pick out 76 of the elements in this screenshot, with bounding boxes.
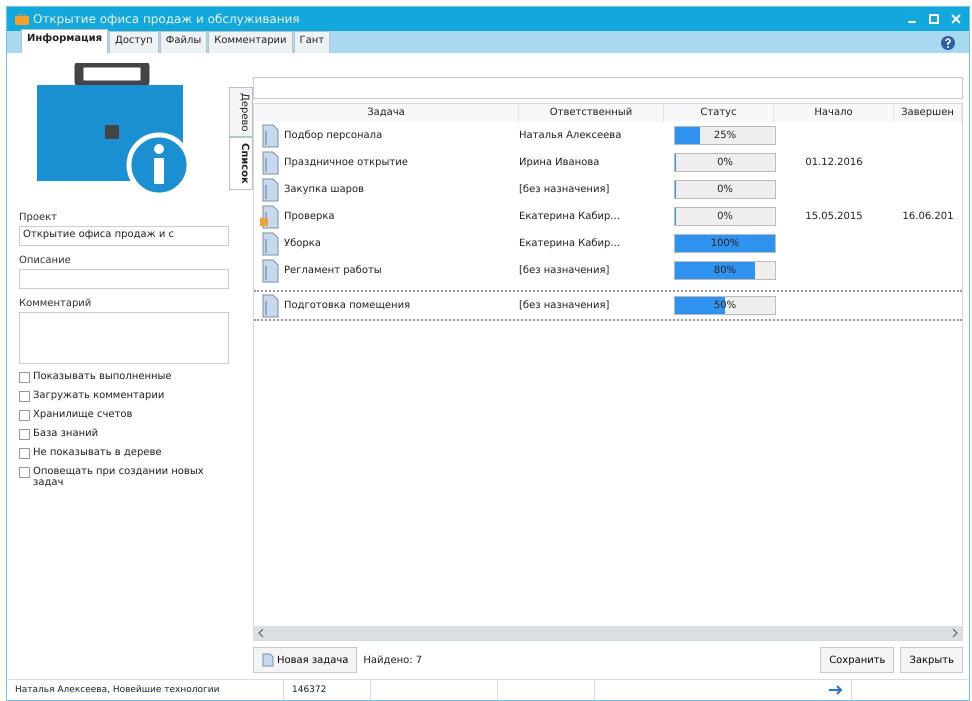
status-id: 146372 <box>292 685 326 695</box>
checkbox-label: База знаний <box>33 428 98 439</box>
tab[interactable]: Доступ <box>109 31 159 53</box>
table-row[interactable]: Праздничное открытие Ирина Иванова 0% 01.12.2016 <box>254 149 962 176</box>
owner-cell-text: Наталья Алексеева <box>519 130 622 141</box>
field-label: Проект <box>19 212 58 223</box>
task-name: Регламент работы <box>284 265 382 276</box>
tab[interactable]: Информация <box>21 29 108 53</box>
progress-text: 25% <box>712 129 738 143</box>
close-button[interactable]: Закрыть <box>900 647 963 673</box>
new-task-button[interactable]: Новая задача <box>253 647 358 673</box>
column-header[interactable]: Статус <box>664 104 774 122</box>
start-date: 15.05.2015 <box>804 211 864 222</box>
progress-text: 0% <box>716 210 734 224</box>
briefcase-icon <box>15 14 29 24</box>
found-count: Найдено: 7 <box>363 654 422 666</box>
checkbox[interactable] <box>19 391 30 402</box>
table-row[interactable]: Проверка Екатерина Кабир... 0% 15.05.2015 16.06.201 <box>254 203 962 230</box>
side-tab[interactable]: Список <box>229 137 253 190</box>
owner-cell-text: [без назначения] <box>519 300 610 311</box>
checkbox-label: Оповещать при создании новых задач <box>33 466 205 488</box>
selected-row[interactable]: Подготовка помещения [без назначения] 50% <box>254 290 962 321</box>
progress-text: 100% <box>710 237 740 251</box>
checkbox[interactable] <box>19 429 30 440</box>
checkbox[interactable] <box>19 372 30 383</box>
arrow-icon[interactable] <box>829 685 843 695</box>
document-icon <box>262 653 274 667</box>
help-icon[interactable] <box>941 36 955 50</box>
column-header[interactable]: Начало <box>774 104 894 122</box>
checkbox-label: Не показывать в дереве <box>33 447 162 458</box>
progress-text: 80% <box>712 264 738 278</box>
owner-cell-text: [без назначения] <box>519 184 610 195</box>
column-header[interactable]: Завершен <box>894 104 962 122</box>
table-row[interactable]: Регламент работы [без назначения] 80% <box>254 257 962 284</box>
owner-cell-text: [без назначения] <box>519 265 610 276</box>
owner-cell-text: Екатерина Кабир... <box>519 238 621 249</box>
progress-text: 0% <box>716 183 734 197</box>
save-button[interactable]: Сохранить <box>820 647 894 673</box>
task-name: Подготовка помещения <box>284 300 410 311</box>
checkbox[interactable] <box>19 467 30 478</box>
column-header[interactable]: Ответственный <box>519 104 664 122</box>
column-header[interactable]: Задача <box>254 104 519 122</box>
checkbox-label: Хранилище счетов <box>33 409 132 420</box>
checkbox[interactable] <box>19 448 30 459</box>
tab[interactable]: Гант <box>294 31 330 53</box>
table-row[interactable]: Подбор персонала Наталья Алексеева 25% <box>254 122 962 149</box>
side-tab[interactable]: Дерево <box>229 87 253 138</box>
task-name: Уборка <box>284 238 321 249</box>
checkbox-label: Загружать комментарии <box>33 390 164 401</box>
task-name: Подбор персонала <box>284 130 382 141</box>
status-user: Наталья Алексеева, Новейшие технологии <box>15 685 220 695</box>
description-field[interactable] <box>19 269 229 289</box>
task-name: Праздничное открытие <box>284 157 408 168</box>
comment-field[interactable] <box>19 312 229 364</box>
close-icon[interactable] <box>951 14 961 24</box>
checkbox[interactable] <box>19 410 30 421</box>
owner-cell-text: Екатерина Кабир... <box>519 211 621 222</box>
tab[interactable]: Файлы <box>160 31 208 53</box>
tab[interactable]: Комментарии <box>208 31 293 53</box>
maximize-icon[interactable] <box>929 14 939 24</box>
progress-text: 0% <box>716 156 734 170</box>
table-row[interactable]: Закупка шаров [без назначения] 0% <box>254 176 962 203</box>
checkbox-label: Показывать выполненные <box>33 371 172 382</box>
field-label: Описание <box>19 255 72 266</box>
task-name: Закупка шаров <box>284 184 364 195</box>
field-label: Комментарий <box>19 298 92 309</box>
table-row[interactable]: Уборка Екатерина Кабир... 100% <box>254 230 962 257</box>
horizontal-scrollbar[interactable] <box>254 626 962 640</box>
end-date: 16.06.201 <box>902 211 954 222</box>
progress-text: 50% <box>712 299 738 313</box>
project-field[interactable]: Открытие офиса продаж и с <box>19 226 229 246</box>
start-date: 01.12.2016 <box>804 157 864 168</box>
search-field[interactable] <box>253 77 963 99</box>
owner-cell-text: Ирина Иванова <box>519 157 600 168</box>
window-title: Открытие офиса продаж и обслуживания <box>33 12 301 26</box>
task-name: Проверка <box>284 211 335 222</box>
